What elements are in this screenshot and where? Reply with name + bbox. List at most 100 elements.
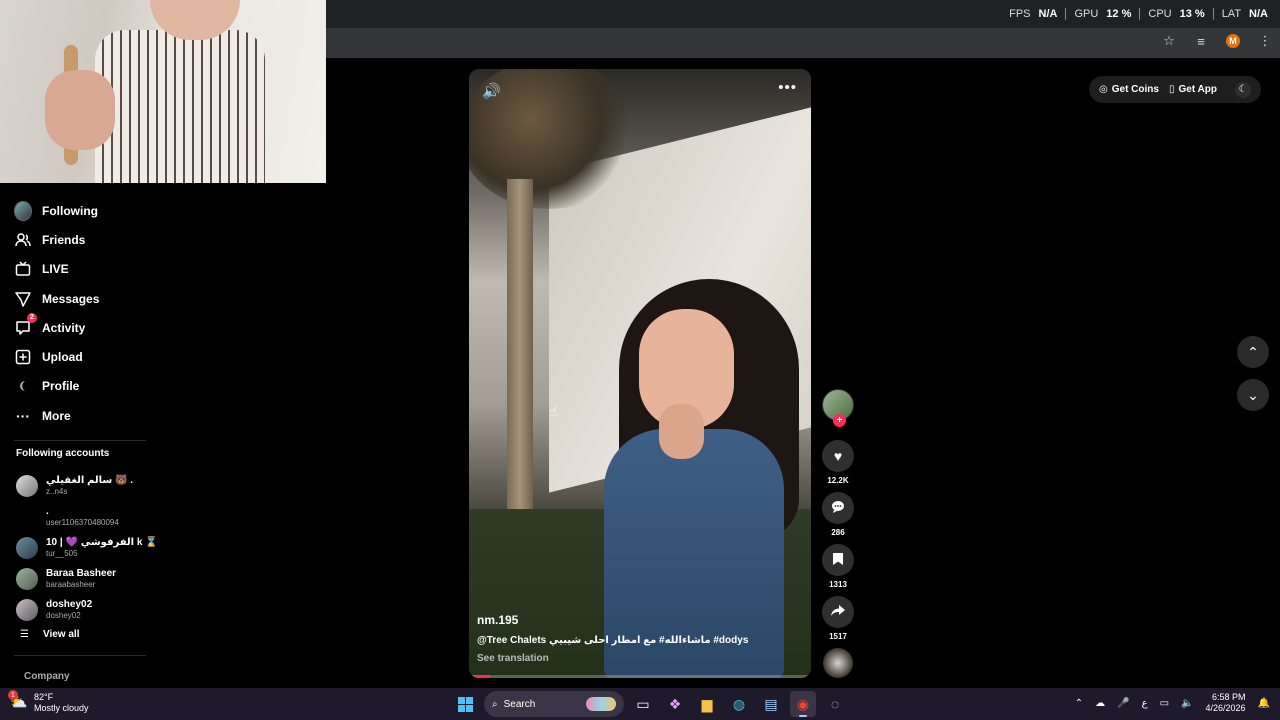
video-subject-hand bbox=[659, 404, 704, 459]
following-accounts-list: سالم الغفيلي 🐻 . z..n4s . user1106370480… bbox=[16, 470, 158, 625]
cloud-sync-icon[interactable]: ☁ bbox=[1095, 698, 1105, 709]
sidebar-divider bbox=[14, 440, 146, 441]
sidebar-item-messages[interactable]: Messages bbox=[14, 284, 154, 313]
dark-mode-icon[interactable]: ☾ bbox=[1235, 81, 1251, 98]
windows-logo-icon bbox=[457, 696, 473, 712]
taskbar-apps: ⌕ Search ▭ ❖ ▆ ◍ ▤ ◉ ◌ bbox=[452, 691, 848, 717]
bookmark-icon bbox=[832, 552, 844, 569]
like-button[interactable]: ♥ bbox=[822, 440, 854, 472]
view-all-label: View all bbox=[42, 629, 80, 640]
copilot-icon[interactable]: ❖ bbox=[662, 691, 688, 717]
list-item[interactable]: doshey02 doshey02 bbox=[16, 594, 156, 625]
list-item[interactable]: Baraa Basheer baraabasheer bbox=[16, 563, 156, 594]
microphone-icon[interactable]: 🎤 bbox=[1117, 698, 1129, 709]
sidebar-item-label: LIVE bbox=[42, 262, 69, 277]
follow-plus-icon[interactable]: + bbox=[833, 414, 846, 427]
search-icon: ⌕ bbox=[492, 698, 498, 710]
start-button[interactable] bbox=[452, 691, 478, 717]
store-icon[interactable]: ▤ bbox=[758, 691, 784, 717]
messages-icon bbox=[14, 290, 32, 308]
sidebar-item-more[interactable]: ··· More bbox=[14, 401, 154, 430]
fps-label: FPS bbox=[1009, 8, 1031, 20]
live-icon bbox=[14, 260, 32, 278]
media-controls-icon[interactable]: ≡ bbox=[1194, 34, 1208, 49]
comment-button[interactable] bbox=[822, 492, 854, 524]
hud-divider bbox=[1065, 8, 1067, 20]
video-player[interactable]: 🔊 ••• nm.195 @Tree Chalets ماشاءالله# مع… bbox=[469, 69, 811, 678]
company-link[interactable]: Company bbox=[24, 671, 70, 682]
share-button[interactable] bbox=[822, 596, 854, 628]
phone-icon: ▯ bbox=[1168, 84, 1175, 95]
network-icon[interactable]: ▭ bbox=[1160, 698, 1169, 709]
bookmark-star-icon[interactable]: ☆ bbox=[1162, 33, 1176, 48]
creator-avatar[interactable]: + bbox=[822, 389, 854, 427]
sidebar-item-label: Profile bbox=[42, 379, 80, 394]
volume-icon[interactable]: 🔈 bbox=[1181, 698, 1193, 709]
gpu-label: GPU bbox=[1074, 8, 1099, 20]
weather-widget[interactable]: ⛅ 1 82°F Mostly cloudy bbox=[8, 690, 89, 714]
top-actions-bar: ◎ Get Coins ▯ Get App ☾ bbox=[1089, 76, 1261, 103]
sidebar-item-label: Upload bbox=[42, 350, 83, 365]
music-disc-icon[interactable] bbox=[823, 648, 853, 678]
like-count: 12.2K bbox=[827, 476, 849, 485]
coin-icon: ◎ bbox=[1099, 84, 1108, 95]
video-progress-bar[interactable] bbox=[469, 675, 811, 678]
sidebar-item-label: Activity bbox=[42, 320, 86, 335]
account-username: user1106370480094 bbox=[46, 517, 119, 527]
activity-icon: 2 bbox=[14, 312, 37, 337]
get-coins-button[interactable]: ◎ Get Coins bbox=[1099, 84, 1159, 95]
save-count: 1313 bbox=[829, 580, 847, 589]
browser-menu-icon[interactable]: ⋮ bbox=[1258, 33, 1272, 48]
get-app-label: Get App bbox=[1178, 84, 1217, 95]
cpu-label: CPU bbox=[1148, 8, 1172, 20]
see-translation-link[interactable]: See translation bbox=[477, 653, 549, 664]
profile-avatar[interactable]: M bbox=[1226, 34, 1240, 48]
chevron-up-icon[interactable]: ⌃ bbox=[1075, 698, 1083, 709]
previous-video-button[interactable]: ⌃ bbox=[1237, 336, 1269, 368]
avatar bbox=[16, 474, 38, 497]
task-view-icon[interactable]: ▭ bbox=[630, 691, 656, 717]
save-button[interactable] bbox=[822, 544, 854, 576]
volume-icon[interactable]: 🔊 bbox=[482, 82, 501, 100]
edge-icon[interactable]: ◍ bbox=[726, 691, 752, 717]
get-coins-label: Get Coins bbox=[1111, 84, 1159, 95]
sidebar-item-upload[interactable]: Upload bbox=[14, 342, 154, 371]
next-video-button[interactable]: ⌄ bbox=[1237, 379, 1269, 411]
browser-toolbar-icons: ☆ ≡ M ⋮ bbox=[1162, 33, 1272, 49]
video-author[interactable]: nm.195 bbox=[477, 613, 518, 627]
sidebar-item-label: Friends bbox=[42, 232, 86, 247]
activity-badge: 2 bbox=[27, 312, 37, 323]
avatar bbox=[16, 567, 38, 590]
sidebar-item-live[interactable]: LIVE bbox=[14, 255, 154, 284]
sidebar-item-activity[interactable]: 2 Activity bbox=[14, 312, 154, 342]
sidebar-item-friends[interactable]: Friends bbox=[14, 225, 154, 254]
account-name: doshey02 bbox=[46, 598, 93, 610]
avatar bbox=[16, 536, 38, 559]
language-indicator[interactable]: ع bbox=[1142, 698, 1148, 709]
view-all-button[interactable]: ☰ View all bbox=[20, 629, 79, 640]
system-tray: ⌃ ☁ 🎤 ع ▭ 🔈 6:58 PM 4/26/2026 🔔 bbox=[1075, 692, 1270, 714]
upload-icon bbox=[14, 348, 32, 366]
video-scene-trunk bbox=[507, 179, 533, 509]
hud-divider bbox=[1212, 8, 1214, 20]
obs-icon[interactable]: ◌ bbox=[822, 691, 848, 717]
time: 6:58 PM bbox=[1212, 692, 1246, 702]
list-item[interactable]: 10 | 💜 الفرفوشي k ⌛ tur__505 bbox=[16, 532, 158, 563]
list-item[interactable]: سالم الغفيلي 🐻 . z..n4s bbox=[16, 470, 156, 501]
sidebar-item-label: More bbox=[42, 408, 71, 423]
sidebar-item-profile[interactable]: Profile bbox=[14, 372, 154, 401]
list-item[interactable]: . user1106370480094 bbox=[16, 501, 156, 532]
file-explorer-icon[interactable]: ▆ bbox=[694, 691, 720, 717]
weather-condition: Mostly cloudy bbox=[34, 703, 89, 713]
comment-icon bbox=[831, 500, 845, 517]
sidebar-nav: Following Friends LIVE Messages 2 Activi… bbox=[14, 196, 154, 430]
more-options-icon[interactable]: ••• bbox=[778, 79, 797, 96]
get-app-button[interactable]: ▯ Get App bbox=[1169, 84, 1217, 95]
chrome-icon[interactable]: ◉ bbox=[790, 691, 816, 717]
sidebar-item-following[interactable]: Following bbox=[14, 196, 154, 225]
clock[interactable]: 6:58 PM 4/26/2026 bbox=[1206, 692, 1246, 714]
performance-overlay: FPS N/A GPU 12 % CPU 13 % LAT N/A bbox=[1009, 8, 1268, 20]
webcam-overlay bbox=[0, 0, 326, 183]
taskbar-search[interactable]: ⌕ Search bbox=[484, 691, 624, 717]
notification-icon[interactable]: 🔔 bbox=[1258, 698, 1270, 709]
